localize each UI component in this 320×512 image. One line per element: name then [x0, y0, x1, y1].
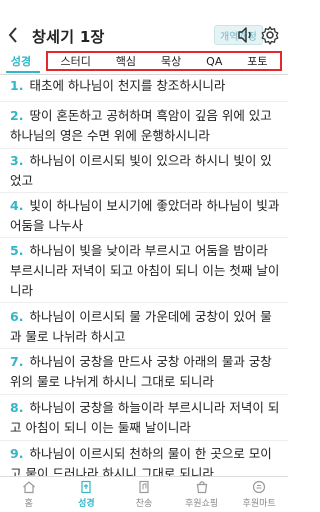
verse-list: 1. 태초에 하나님이 천지를 창조하시니라 2. 땅이 혼돈하고 공허하며 흑암이…: [0, 76, 288, 476]
nav-shopping-label: 후원쇼핑: [185, 499, 219, 509]
verse-number: 6.: [10, 309, 24, 324]
verse-item[interactable]: 3. 하나님이 이르시되 빛이 있으라 하시니 빛이 있었고: [10, 151, 282, 191]
tab-bible[interactable]: 성경: [6, 53, 36, 69]
verse-divider: [0, 348, 288, 349]
chevron-left-icon: [8, 27, 17, 43]
mart-icon: [253, 480, 266, 494]
verse-text: 하나님이 이르시되 빛이 있으라 하시니 빛이 있었고: [10, 153, 272, 188]
header-divider: [0, 74, 288, 75]
verse-text: 하나님이 빛을 낮이라 부르시고 어둠을 밤이라 부르시니라 저녁이 되고 아침…: [10, 243, 280, 298]
verse-divider: [0, 394, 288, 395]
verse-item[interactable]: 9. 하나님이 이르시되 천하의 물이 한 곳으로 모이고 뭍이 드러나라 하시니…: [10, 444, 282, 476]
verse-text: 땅이 혼돈하고 공허하며 흑암이 깊음 위에 있고 하나님의 영은 수면 위에 …: [10, 108, 272, 143]
verse-text: 빛이 하나님이 보시기에 좋았더라 하나님이 빛과 어둠을 나누사: [10, 198, 280, 233]
nav-home[interactable]: 홈: [0, 477, 58, 512]
nav-mart-label: 후원마트: [242, 499, 276, 509]
nav-hymn-label: 찬송: [135, 499, 153, 509]
tab-study[interactable]: 스터디: [60, 53, 90, 69]
verse-text: 하나님이 이르시되 천하의 물이 한 곳으로 모이고 뭍이 드러나라 하시니 그…: [10, 446, 272, 476]
verse-divider: [0, 101, 288, 102]
verse-item[interactable]: 8. 하나님이 궁창을 하늘이라 부르시니라 저녁이 되고 아침이 되니 이는 둘…: [10, 398, 282, 438]
tab-meditation[interactable]: 묵상: [161, 53, 181, 69]
verse-number: 4.: [10, 198, 24, 213]
verse-item[interactable]: 5. 하나님이 빛을 낮이라 부르시고 어둠을 밤이라 부르시니라 저녁이 되고 …: [10, 241, 282, 301]
verse-number: 5.: [10, 243, 24, 258]
speaker-icon: [238, 27, 251, 43]
nav-bible-label: 성경: [78, 499, 95, 509]
nav-home-label: 홈: [24, 499, 33, 509]
verse-text: 태초에 하나님이 천지를 창조하시니라: [29, 78, 226, 93]
home-icon: [22, 481, 35, 494]
verse-divider: [0, 148, 288, 149]
verse-divider: [0, 302, 288, 303]
nav-shopping[interactable]: 후원쇼핑: [173, 477, 231, 512]
tab-core[interactable]: 핵심: [116, 53, 136, 69]
bible-icon: [81, 480, 91, 494]
verse-item[interactable]: 6. 하나님이 이르시되 물 가운데에 궁창이 있어 물과 물로 나뉘라 하시고: [10, 307, 282, 347]
gear-icon: [261, 26, 279, 45]
verse-number: 9.: [10, 446, 24, 461]
shopping-icon: [196, 481, 207, 494]
nav-bible[interactable]: 성경: [58, 477, 116, 512]
tab-bible-underline: [6, 71, 40, 73]
verse-item[interactable]: 4. 빛이 하나님이 보시기에 좋았더라 하나님이 빛과 어둠을 나누사: [10, 196, 282, 236]
verse-text: 하나님이 궁창을 만드사 궁창 아래의 물과 궁창 위의 물로 나뉘게 하시니 …: [10, 354, 272, 389]
tab-group: 스터디 핵심 묵상 QA 포토: [46, 51, 282, 71]
verse-item[interactable]: 7. 하나님이 궁창을 만드사 궁창 아래의 물과 궁창 위의 물로 나뉘게 하시…: [10, 352, 282, 392]
tab-qa[interactable]: QA: [206, 55, 222, 68]
page-title: 창세기 1장: [32, 28, 105, 46]
verse-number: 3.: [10, 153, 24, 168]
verse-number: 8.: [10, 400, 24, 415]
verse-divider: [0, 440, 288, 441]
verse-text: 하나님이 이르시되 물 가운데에 궁창이 있어 물과 물로 나뉘라 하시고: [10, 309, 272, 344]
nav-hymn[interactable]: 찬송: [115, 477, 173, 512]
hymn-icon: [139, 480, 149, 494]
verse-number: 1.: [10, 78, 24, 93]
speaker-button[interactable]: [236, 25, 256, 45]
verse-number: 2.: [10, 108, 24, 123]
nav-mart[interactable]: 후원마트: [230, 477, 288, 512]
verse-text: 하나님이 궁창을 하늘이라 부르시니라 저녁이 되고 아침이 되니 이는 둘째 …: [10, 400, 280, 435]
verse-divider: [0, 192, 288, 193]
verse-number: 7.: [10, 354, 24, 369]
tab-photo[interactable]: 포토: [247, 53, 267, 69]
settings-button[interactable]: [260, 25, 280, 45]
verse-item[interactable]: 2. 땅이 혼돈하고 공허하며 흑암이 깊음 위에 있고 하나님의 영은 수면 위…: [10, 106, 282, 146]
verse-divider: [0, 237, 288, 238]
bottom-navigation: 홈 성경 찬송 후원쇼핑 후원마트: [0, 476, 288, 512]
tab-bar: 성경 스터디 핵심 묵상 QA 포토: [0, 50, 288, 74]
verse-item[interactable]: 1. 태초에 하나님이 천지를 창조하시니라: [10, 76, 282, 96]
app-header: 창세기 1장 개역개정: [0, 0, 288, 48]
back-button[interactable]: [6, 26, 20, 44]
